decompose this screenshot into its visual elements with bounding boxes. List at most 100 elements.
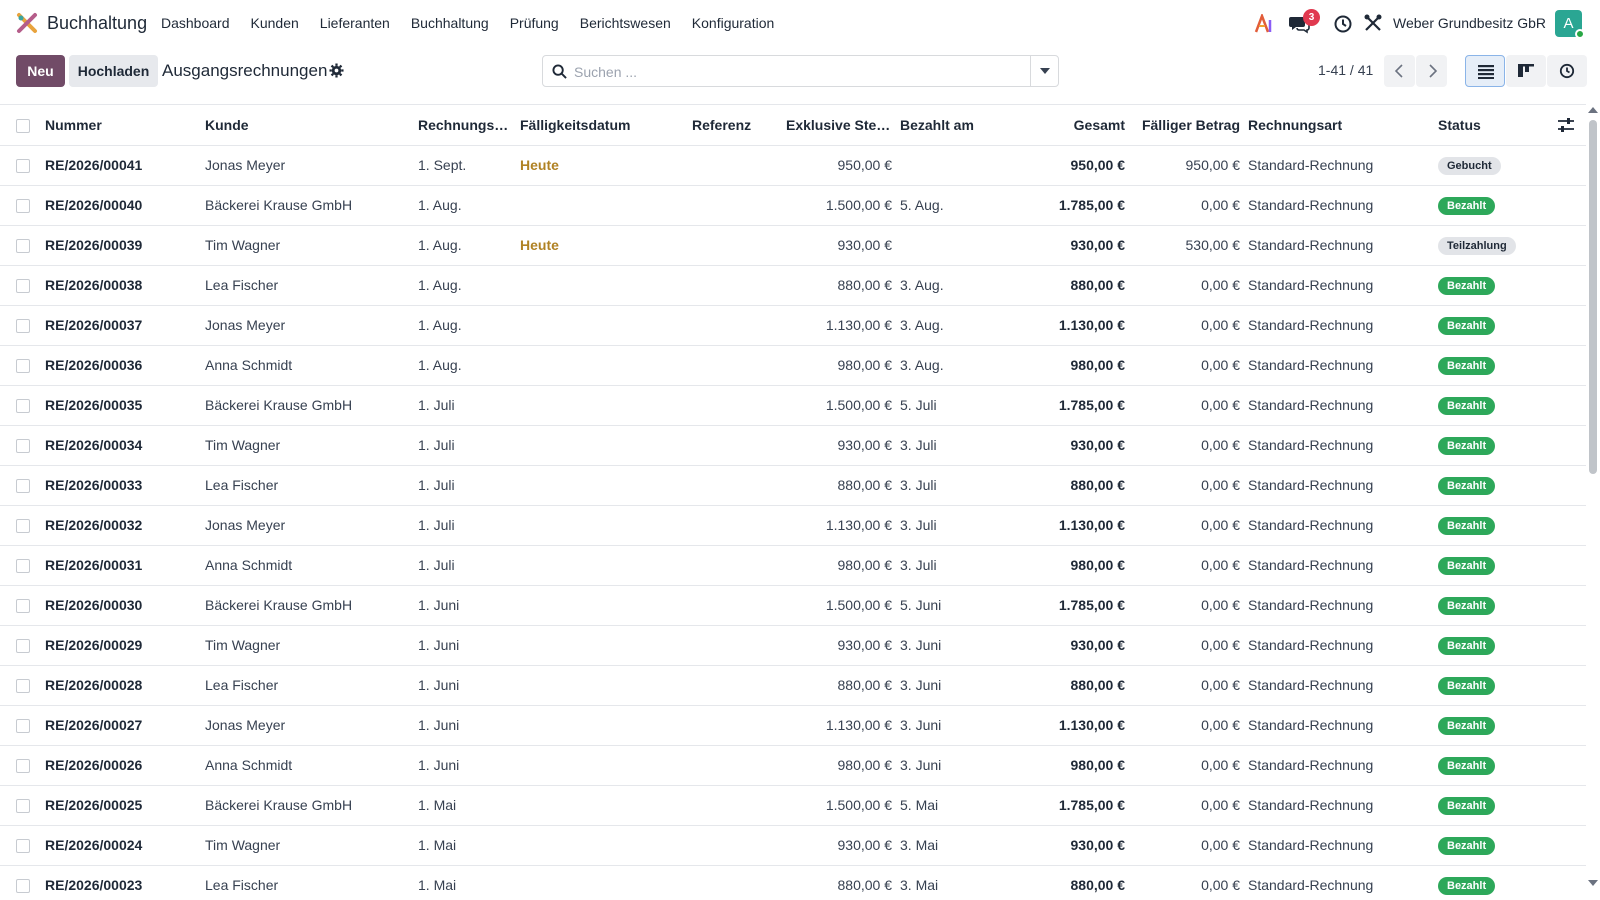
column-header-rechnungsdatum[interactable]: Rechnungsd... [414, 105, 516, 145]
row-checkbox-cell[interactable] [0, 464, 41, 505]
row-checkbox[interactable] [16, 159, 30, 174]
scroll-up-arrow-icon[interactable] [1588, 107, 1598, 113]
row-checkbox-cell[interactable] [0, 744, 41, 785]
table-row[interactable]: RE/2026/00038 Lea Fischer 1. Aug. 880,00 €3… [0, 264, 1586, 305]
row-checkbox[interactable] [16, 279, 30, 294]
row-checkbox[interactable] [16, 719, 30, 734]
menu-item-berichtswesen[interactable]: Berichtswesen [580, 15, 671, 31]
row-checkbox[interactable] [16, 839, 30, 854]
optional-columns-icon[interactable] [1557, 117, 1575, 133]
column-header-kunde[interactable]: Kunde [201, 105, 414, 145]
pager-previous-button[interactable] [1384, 55, 1415, 87]
table-row[interactable]: RE/2026/00032 Jonas Meyer 1. Juli 1.130,00 … [0, 504, 1586, 545]
table-row[interactable]: RE/2026/00040 Bäckerei Krause GmbH 1. Aug.… [0, 184, 1586, 225]
vertical-scrollbar[interactable] [1586, 104, 1600, 900]
row-checkbox-cell[interactable] [0, 304, 41, 345]
row-checkbox[interactable] [16, 359, 30, 374]
row-checkbox-cell[interactable] [0, 384, 41, 425]
upload-button[interactable]: Hochladen [69, 55, 158, 87]
row-checkbox[interactable] [16, 799, 30, 814]
tools-icon[interactable] [1363, 13, 1383, 33]
table-row[interactable]: RE/2026/00035 Bäckerei Krause GmbH 1. Juli… [0, 384, 1586, 425]
menu-item-kunden[interactable]: Kunden [251, 15, 299, 31]
row-checkbox-cell[interactable] [0, 664, 41, 705]
menu-item-lieferanten[interactable]: Lieferanten [320, 15, 390, 31]
column-header-faelligkeitsdatum[interactable]: Fälligkeitsdatum [516, 105, 682, 145]
search-input[interactable] [574, 62, 1014, 82]
row-checkbox[interactable] [16, 439, 30, 454]
row-checkbox-cell[interactable] [0, 704, 41, 745]
row-checkbox-cell[interactable] [0, 184, 41, 225]
new-button[interactable]: Neu [16, 55, 65, 87]
table-row[interactable]: RE/2026/00027 Jonas Meyer 1. Juni 1.130,00 … [0, 704, 1586, 745]
row-checkbox[interactable] [16, 239, 30, 254]
row-checkbox[interactable] [16, 559, 30, 574]
menu-item-dashboard[interactable]: Dashboard [161, 15, 230, 31]
table-row[interactable]: RE/2026/00028 Lea Fischer 1. Juni 880,00 €3… [0, 664, 1586, 705]
select-all-checkbox-cell[interactable] [0, 105, 41, 145]
row-checkbox-cell[interactable] [0, 544, 41, 585]
row-checkbox[interactable] [16, 599, 30, 614]
accounting-app-icon[interactable] [16, 12, 38, 34]
row-checkbox[interactable] [16, 679, 30, 694]
row-checkbox-cell[interactable] [0, 504, 41, 545]
menu-item-pruefung[interactable]: Prüfung [510, 15, 559, 31]
menu-item-buchhaltung[interactable]: Buchhaltung [411, 15, 489, 31]
app-name[interactable]: Buchhaltung [47, 13, 147, 34]
table-row[interactable]: RE/2026/00025 Bäckerei Krause GmbH 1. Mai 1… [0, 784, 1586, 825]
list-view-button[interactable] [1465, 55, 1505, 87]
row-checkbox[interactable] [16, 479, 30, 494]
column-header-nummer[interactable]: Nummer [41, 105, 201, 145]
table-row[interactable]: RE/2026/00034 Tim Wagner 1. Juli 930,00 €3.… [0, 424, 1586, 465]
table-row[interactable]: RE/2026/00036 Anna Schmidt 1. Aug. 980,00 €… [0, 344, 1586, 385]
row-checkbox-cell[interactable] [0, 144, 41, 185]
row-checkbox[interactable] [16, 319, 30, 334]
company-switcher[interactable]: Weber Grundbesitz GbR [1393, 15, 1546, 31]
activity-view-button[interactable] [1547, 55, 1587, 87]
column-header-exklusive-steuer[interactable]: Exklusive Steu... [782, 105, 896, 145]
table-row[interactable]: RE/2026/00030 Bäckerei Krause GmbH 1. Juni… [0, 584, 1586, 625]
row-checkbox-cell[interactable] [0, 344, 41, 385]
column-header-gesamt[interactable]: Gesamt [1026, 105, 1129, 145]
table-row[interactable]: RE/2026/00029 Tim Wagner 1. Juni 930,00 €3.… [0, 624, 1586, 665]
row-checkbox[interactable] [16, 399, 30, 414]
column-header-rechnungsart[interactable]: Rechnungsart [1244, 105, 1434, 145]
search-options-toggle[interactable] [1030, 55, 1059, 87]
activity-clock-icon[interactable] [1333, 14, 1353, 34]
table-row[interactable]: RE/2026/00031 Anna Schmidt 1. Juli 980,00 €… [0, 544, 1586, 585]
row-checkbox-cell[interactable] [0, 824, 41, 865]
select-all-checkbox[interactable] [16, 118, 30, 133]
table-row[interactable]: RE/2026/00037 Jonas Meyer 1. Aug. 1.130,00 … [0, 304, 1586, 345]
pager-next-button[interactable] [1416, 55, 1447, 87]
row-checkbox-cell[interactable] [0, 224, 41, 265]
row-checkbox[interactable] [16, 759, 30, 774]
row-checkbox-cell[interactable] [0, 584, 41, 625]
table-row[interactable]: RE/2026/00041 Jonas Meyer 1. Sept. Heute 950… [0, 144, 1586, 185]
ai-icon[interactable] [1254, 14, 1274, 34]
row-checkbox[interactable] [16, 879, 30, 894]
column-header-referenz[interactable]: Referenz [682, 105, 782, 145]
kanban-view-button[interactable] [1506, 55, 1546, 87]
row-checkbox[interactable] [16, 519, 30, 534]
gear-icon[interactable] [329, 63, 344, 78]
menu-item-konfiguration[interactable]: Konfiguration [692, 15, 775, 31]
invoice-type: Standard-Rechnung [1244, 144, 1434, 185]
column-header-bezahlt-am[interactable]: Bezahlt am [896, 105, 1026, 145]
scroll-down-arrow-icon[interactable] [1588, 880, 1598, 886]
table-row[interactable]: RE/2026/00039 Tim Wagner 1. Aug. Heute 930,0… [0, 224, 1586, 265]
row-checkbox-cell[interactable] [0, 264, 41, 305]
table-row[interactable]: RE/2026/00033 Lea Fischer 1. Juli 880,00 €3… [0, 464, 1586, 505]
row-checkbox[interactable] [16, 639, 30, 654]
column-header-faelliger-betrag[interactable]: Fälliger Betrag [1129, 105, 1244, 145]
pager-value[interactable]: 1-41 / 41 [1318, 62, 1373, 78]
row-checkbox-cell[interactable] [0, 784, 41, 825]
table-row[interactable]: RE/2026/00026 Anna Schmidt 1. Juni 980,00 €… [0, 744, 1586, 785]
table-row[interactable]: RE/2026/00024 Tim Wagner 1. Mai 930,00 €3. … [0, 824, 1586, 865]
table-row[interactable]: RE/2026/00023 Lea Fischer 1. Mai 880,00 €3.… [0, 864, 1586, 900]
kanban-view-icon [1518, 64, 1534, 77]
row-checkbox-cell[interactable] [0, 864, 41, 900]
row-checkbox[interactable] [16, 199, 30, 214]
row-checkbox-cell[interactable] [0, 624, 41, 665]
row-checkbox-cell[interactable] [0, 424, 41, 465]
scrollbar-thumb[interactable] [1589, 120, 1597, 474]
